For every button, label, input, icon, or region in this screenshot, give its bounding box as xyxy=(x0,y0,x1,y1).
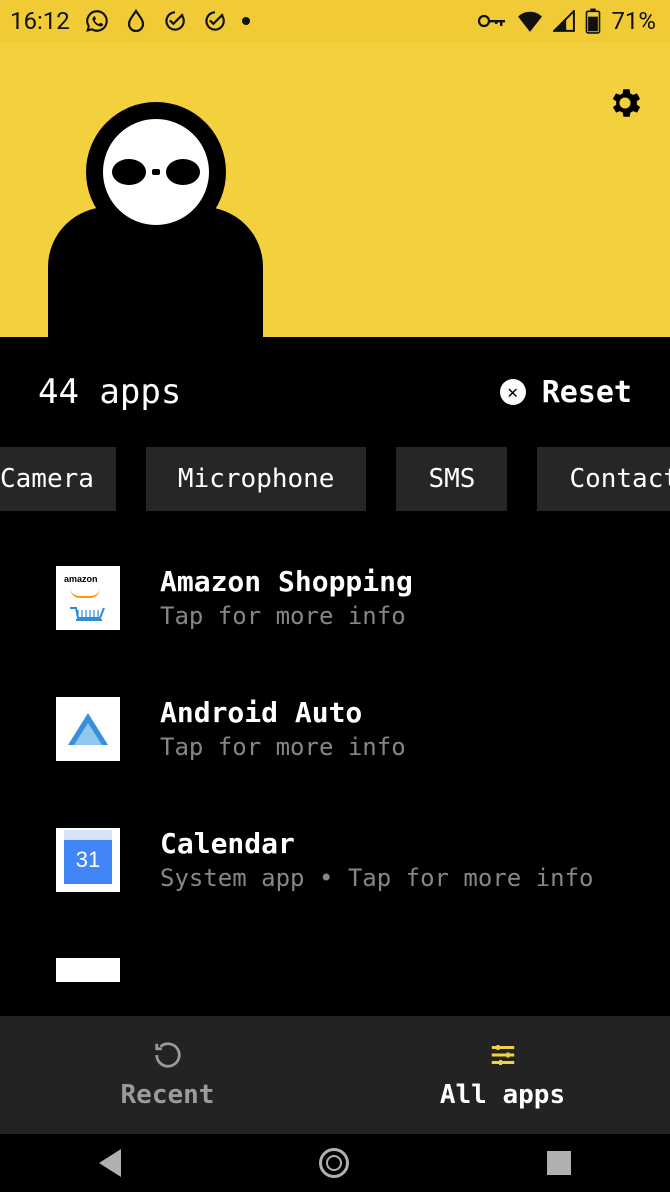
check-circle-icon xyxy=(202,8,228,34)
app-row[interactable]: 31 Calendar System app • Tap for more in… xyxy=(56,827,670,892)
summary-row: 44 apps ✕ Reset xyxy=(0,337,670,447)
apps-list[interactable]: amazon Amazon Shopping Tap for more info… xyxy=(0,511,670,982)
tab-all-apps[interactable]: All apps xyxy=(335,1016,670,1134)
reset-button[interactable]: ✕ Reset xyxy=(500,375,632,410)
tune-icon xyxy=(488,1040,518,1074)
reset-label: Reset xyxy=(542,375,632,410)
nav-back-button[interactable] xyxy=(99,1149,121,1177)
vpn-key-icon xyxy=(477,11,507,31)
app-name: Amazon Shopping xyxy=(160,565,413,598)
wifi-icon xyxy=(517,10,543,32)
app-icon xyxy=(56,958,120,982)
android-nav-bar xyxy=(0,1134,670,1192)
app-subtitle: System app • Tap for more info xyxy=(160,864,593,892)
header-hero xyxy=(0,42,670,337)
close-circle-icon: ✕ xyxy=(500,379,526,405)
app-row[interactable]: amazon Amazon Shopping Tap for more info xyxy=(56,565,670,630)
app-name: Calendar xyxy=(160,827,593,860)
filter-chip-row[interactable]: Camera Microphone SMS Contacts xyxy=(0,447,670,511)
tab-label: All apps xyxy=(440,1080,565,1110)
app-row[interactable]: Android Auto Tap for more info xyxy=(56,696,670,761)
amazon-icon: amazon xyxy=(56,566,120,630)
notification-dot-icon xyxy=(242,17,250,25)
filter-chip-microphone[interactable]: Microphone xyxy=(146,447,367,511)
bottom-tab-bar: Recent All apps xyxy=(0,1016,670,1134)
signal-icon xyxy=(553,10,575,32)
app-row[interactable] xyxy=(56,958,670,982)
status-time: 16:12 xyxy=(10,7,70,35)
app-subtitle: Tap for more info xyxy=(160,733,406,761)
filter-chip-sms[interactable]: SMS xyxy=(396,447,507,511)
filter-chip-camera[interactable]: Camera xyxy=(0,447,116,511)
history-icon xyxy=(153,1040,183,1074)
drop-icon xyxy=(124,9,148,33)
check-circle-icon xyxy=(162,8,188,34)
nav-recent-button[interactable] xyxy=(547,1151,571,1175)
nav-home-button[interactable] xyxy=(319,1148,349,1178)
app-subtitle: Tap for more info xyxy=(160,602,413,630)
tab-label: Recent xyxy=(121,1080,215,1110)
whatsapp-icon xyxy=(84,8,110,34)
apps-count-label: 44 apps xyxy=(38,372,181,412)
android-auto-icon xyxy=(56,697,120,761)
app-name: Android Auto xyxy=(160,696,406,729)
mascot-icon xyxy=(48,102,263,337)
settings-button[interactable] xyxy=(606,84,644,126)
calendar-icon: 31 xyxy=(56,828,120,892)
status-bar: 16:12 71% xyxy=(0,0,670,42)
battery-icon xyxy=(585,8,601,34)
tab-recent[interactable]: Recent xyxy=(0,1016,335,1134)
filter-chip-contacts[interactable]: Contacts xyxy=(537,447,670,511)
status-battery-pct: 71% xyxy=(611,7,656,35)
